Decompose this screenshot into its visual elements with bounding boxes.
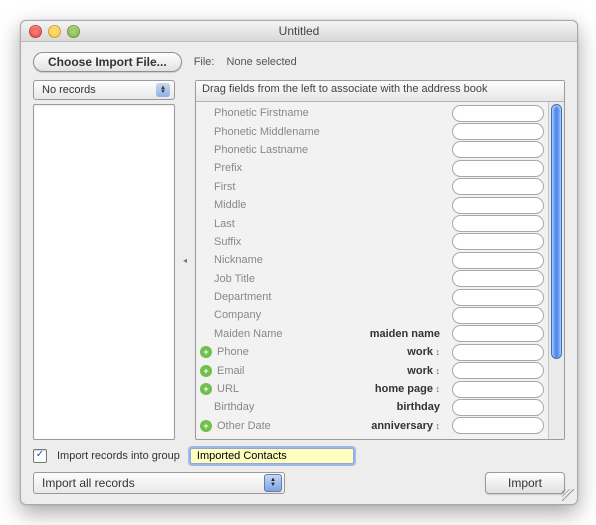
field-label: Job Title xyxy=(214,273,334,285)
field-value-slot[interactable] xyxy=(452,381,544,398)
chevron-updown-icon: ↕ xyxy=(433,347,440,357)
field-label: Phone xyxy=(217,346,337,358)
window-title: Untitled xyxy=(21,24,577,38)
field-label: Last xyxy=(214,218,334,230)
field-label: Nickname xyxy=(214,254,334,266)
field-label: Middle xyxy=(214,199,334,211)
field-row[interactable]: Phonetic Firstname xyxy=(214,104,544,122)
field-value-slot[interactable] xyxy=(452,252,544,269)
minimize-icon[interactable] xyxy=(48,25,61,38)
field-label: First xyxy=(214,181,334,193)
field-mapping-list: Phonetic Firstname Phonetic Middlename Pho… xyxy=(196,102,548,439)
field-row[interactable]: Nickname xyxy=(214,251,544,269)
field-row[interactable]: Maiden Name maiden name xyxy=(214,325,544,343)
import-into-group-label: Import records into group xyxy=(57,450,180,462)
field-label: Other Date xyxy=(217,420,337,432)
field-row[interactable]: Middle xyxy=(214,196,544,214)
field-label: URL xyxy=(217,383,337,395)
source-fields-list[interactable] xyxy=(33,104,175,440)
field-association: maiden name xyxy=(338,328,444,340)
field-value-slot[interactable] xyxy=(452,325,544,342)
field-association[interactable]: work ↕ xyxy=(341,346,444,358)
divider-handle-icon: ◂ xyxy=(183,256,187,265)
field-label: Phonetic Lastname xyxy=(214,144,334,156)
field-value-slot[interactable] xyxy=(452,417,544,434)
records-popup-label: No records xyxy=(42,84,96,96)
field-value-slot[interactable] xyxy=(452,362,544,379)
field-label: Prefix xyxy=(214,162,334,174)
field-row[interactable]: +Phonework ↕ xyxy=(214,343,544,361)
file-value: None selected xyxy=(226,56,296,68)
add-icon[interactable]: + xyxy=(200,346,212,358)
scope-popup-label: Import all records xyxy=(42,476,135,490)
records-popup[interactable]: No records ▲▼ xyxy=(33,80,175,100)
field-value-slot[interactable] xyxy=(452,270,544,287)
field-label: Suffix xyxy=(214,236,334,248)
field-value-slot[interactable] xyxy=(452,178,544,195)
field-row[interactable]: Department xyxy=(214,288,544,306)
field-value-slot[interactable] xyxy=(452,233,544,250)
chevron-updown-icon: ↕ xyxy=(433,384,440,394)
import-into-group-checkbox[interactable]: ✓ xyxy=(33,449,47,463)
field-row[interactable]: Last xyxy=(214,214,544,232)
field-label: Birthday xyxy=(214,401,334,413)
import-button[interactable]: Import xyxy=(485,472,565,494)
field-label: Department xyxy=(214,291,334,303)
field-value-slot[interactable] xyxy=(452,197,544,214)
field-value-slot[interactable] xyxy=(452,344,544,361)
field-row[interactable]: Phonetic Middlename xyxy=(214,122,544,140)
field-association[interactable]: work ↕ xyxy=(341,365,444,377)
field-value-slot[interactable] xyxy=(452,289,544,306)
field-value-slot[interactable] xyxy=(452,105,544,122)
file-label: File: xyxy=(194,56,215,68)
chevron-updown-icon: ▲▼ xyxy=(264,474,282,492)
field-row[interactable]: +Other Dateanniversary ↕ xyxy=(214,417,544,435)
titlebar: Untitled xyxy=(21,21,577,42)
resize-handle-icon[interactable] xyxy=(562,489,574,501)
close-icon[interactable] xyxy=(29,25,42,38)
add-icon[interactable]: + xyxy=(200,420,212,432)
import-window: Untitled Choose Import File... File: Non… xyxy=(20,20,578,505)
field-label: Maiden Name xyxy=(214,328,334,340)
field-association[interactable]: anniversary ↕ xyxy=(341,420,444,432)
field-label: Company xyxy=(214,309,334,321)
field-row[interactable]: Job Title xyxy=(214,270,544,288)
scrollbar[interactable] xyxy=(548,102,564,439)
field-row[interactable]: First xyxy=(214,178,544,196)
field-label: Phonetic Firstname xyxy=(214,107,334,119)
field-label: Phonetic Middlename xyxy=(214,126,334,138)
group-name-input[interactable] xyxy=(190,448,354,464)
field-row[interactable]: Birthday birthday xyxy=(214,398,544,416)
field-row[interactable]: +URLhome page ↕ xyxy=(214,380,544,398)
pane-divider[interactable]: ◂ xyxy=(181,80,189,440)
chevron-updown-icon: ▲▼ xyxy=(156,83,170,97)
add-icon[interactable]: + xyxy=(200,365,212,377)
field-label: Email xyxy=(217,365,337,377)
chevron-updown-icon: ↕ xyxy=(433,421,440,431)
field-value-slot[interactable] xyxy=(452,160,544,177)
field-association: birthday xyxy=(338,401,444,413)
field-row[interactable]: Suffix xyxy=(214,233,544,251)
choose-import-file-button[interactable]: Choose Import File... xyxy=(33,52,182,72)
chevron-updown-icon: ↕ xyxy=(433,366,440,376)
field-row[interactable]: Prefix xyxy=(214,159,544,177)
field-row[interactable]: Phonetic Lastname xyxy=(214,141,544,159)
field-value-slot[interactable] xyxy=(452,215,544,232)
scrollbar-thumb[interactable] xyxy=(551,104,562,359)
field-row[interactable]: Company xyxy=(214,306,544,324)
field-value-slot[interactable] xyxy=(452,141,544,158)
field-row[interactable]: +Emailwork ↕ xyxy=(214,361,544,379)
add-icon[interactable]: + xyxy=(200,383,212,395)
scope-popup[interactable]: Import all records ▲▼ xyxy=(33,472,285,494)
mapping-header: Drag fields from the left to associate w… xyxy=(196,81,564,102)
field-value-slot[interactable] xyxy=(452,123,544,140)
zoom-icon[interactable] xyxy=(67,25,80,38)
field-value-slot[interactable] xyxy=(452,307,544,324)
field-value-slot[interactable] xyxy=(452,399,544,416)
field-association[interactable]: home page ↕ xyxy=(341,383,444,395)
